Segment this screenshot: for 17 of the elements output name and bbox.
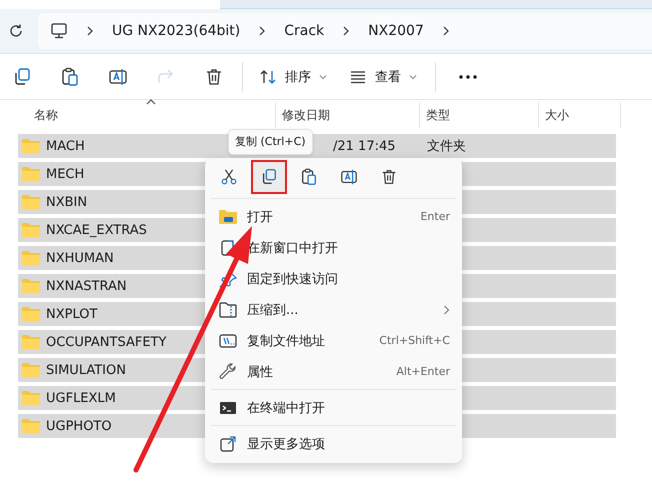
file-name: NXPLOT [46, 306, 98, 322]
shortcut-text: Alt+Enter [396, 365, 450, 378]
file-type: 文件夹 [427, 139, 466, 154]
shortcut-text: Ctrl+Shift+C [379, 334, 450, 347]
file-name: UGFLEXLM [46, 390, 116, 406]
file-name: UGPHOTO [46, 418, 112, 434]
file-name: NXBIN [46, 194, 88, 210]
file-name: NXCAE_EXTRAS [46, 222, 147, 238]
file-name: NXHUMAN [46, 250, 114, 266]
file-name: NXNASTRAN [46, 278, 127, 294]
modified-date: /21 17:45 [333, 138, 396, 154]
shortcut-text: Enter [420, 210, 450, 223]
file-name: MECH [46, 166, 84, 182]
file-name: MACH [46, 138, 85, 154]
file-name: SIMULATION [46, 362, 126, 378]
file-name: OCCUPANTSAFETY [46, 334, 166, 350]
tooltip: 复制 (Ctrl+C) [228, 129, 313, 155]
